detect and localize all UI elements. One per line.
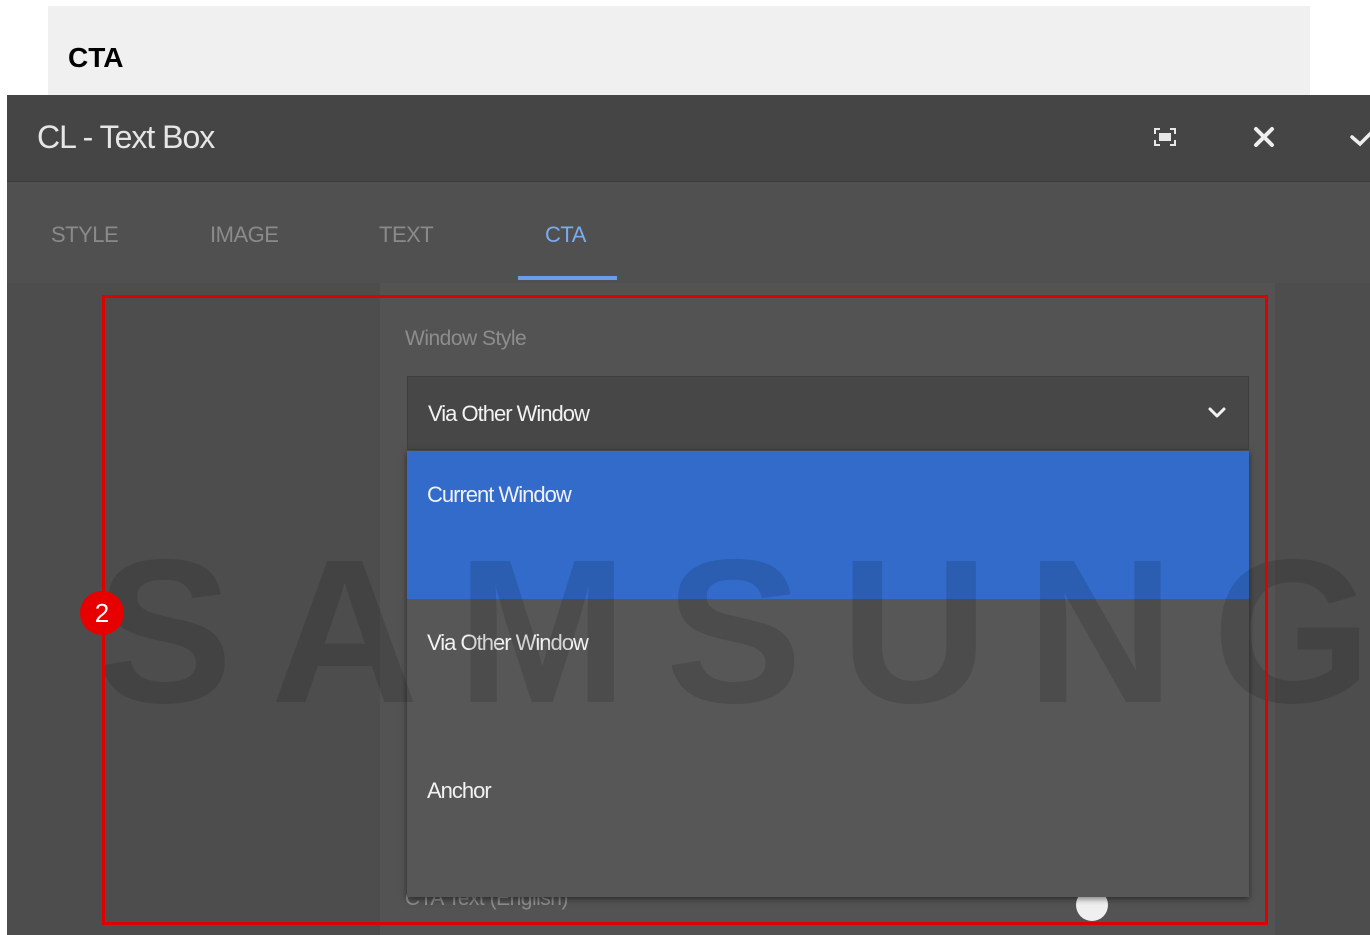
check-icon [1350,131,1370,147]
window-style-select[interactable]: Via Other Window [407,376,1249,450]
option-current-window[interactable]: Current Window [407,451,1249,599]
close-button[interactable] [1244,117,1284,157]
tab-image[interactable]: IMAGE [210,222,279,248]
dialog-titlebar: CL - Text Box [7,95,1370,182]
content-right-gutter [1275,283,1370,935]
close-icon [1254,127,1274,147]
confirm-button[interactable] [1343,117,1370,157]
option-label: Anchor [427,778,492,803]
text-box-dialog: CL - Text Box STYLE IMAGE TEXT CTA Windo… [7,95,1370,935]
tab-bar: STYLE IMAGE TEXT CTA [7,182,1370,283]
window-style-label: Window Style [405,327,527,350]
tab-style[interactable]: STYLE [51,222,119,248]
cta-form-panel: Window Style Via Other Window CTA Text (… [380,283,1275,935]
fullscreen-button[interactable] [1145,117,1185,157]
option-label: Via Other Window [427,630,589,655]
dialog-title: CL - Text Box [37,119,215,155]
option-anchor[interactable]: Anchor [407,747,1249,895]
chevron-down-icon [1208,407,1226,418]
tab-text[interactable]: TEXT [379,222,434,248]
window-style-dropdown: Current Window Via Other Window Anchor [407,451,1249,897]
fullscreen-icon [1154,128,1176,146]
active-tab-indicator [518,276,617,280]
option-label: Current Window [427,482,572,507]
content-left-gutter [7,283,380,935]
window-style-selected-value: Via Other Window [428,401,590,426]
tab-cta[interactable]: CTA [545,222,586,248]
option-via-other-window[interactable]: Via Other Window [407,599,1249,747]
annotation-number-badge: 2 [80,591,124,635]
page-heading: CTA [68,42,124,73]
page-banner: CTA [48,6,1310,95]
